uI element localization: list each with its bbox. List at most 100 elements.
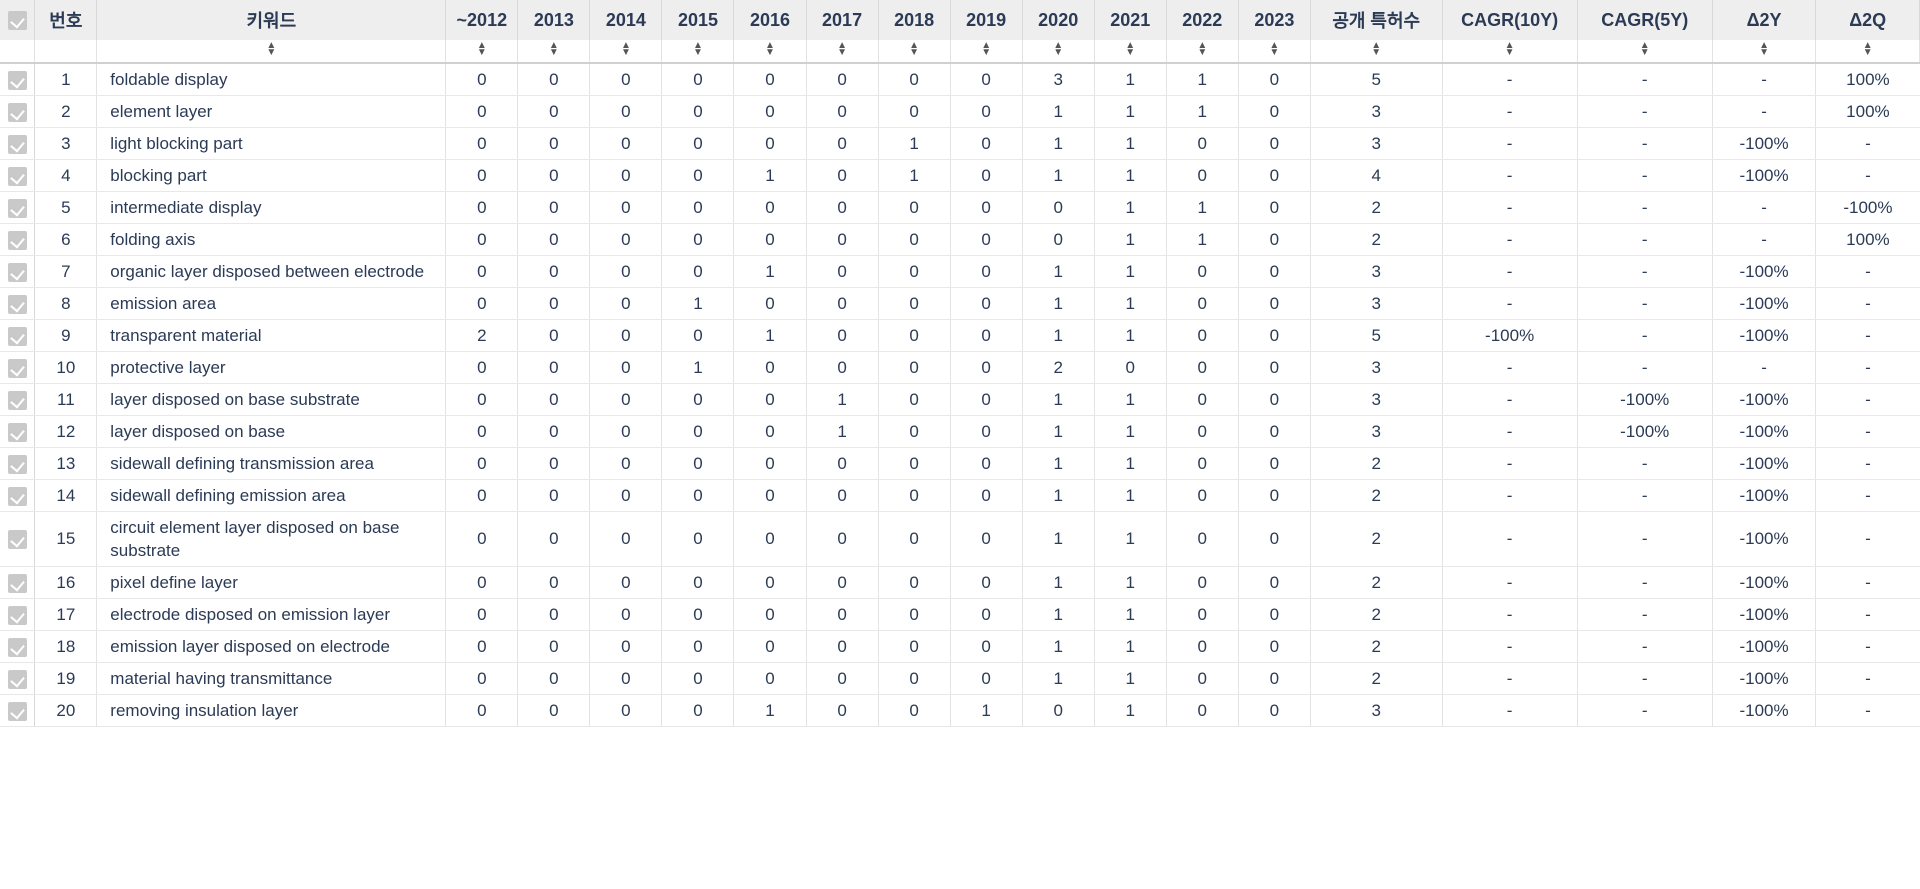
sort-control-y2017[interactable]: ▲ ▼ <box>806 40 879 64</box>
table-row[interactable]: 12 layer disposed on base 0 0 0 0 0 1 0 0 1 1 0 0 3- -1… <box>0 415 1920 448</box>
row-checkbox[interactable] <box>7 637 27 657</box>
column-header-y2016[interactable]: 2016 <box>733 0 807 40</box>
row-checkbox[interactable] <box>7 390 27 410</box>
keyword-cell[interactable]: electrode disposed on emission layer <box>96 598 447 631</box>
keyword-cell[interactable]: emission area <box>96 287 447 320</box>
table-row[interactable]: 2 element layer 0 0 0 0 0 0 0 0 1 1 1 0 3- - -100% <box>0 95 1920 128</box>
sort-updown-icon[interactable]: ▲ ▼ <box>1053 41 1063 58</box>
table-row[interactable]: 18 emission layer disposed on electrode 0 0… <box>0 630 1920 663</box>
keyword-cell[interactable]: sidewall defining emission area <box>96 479 447 512</box>
table-row[interactable]: 15 circuit element layer disposed on base… <box>0 511 1920 567</box>
row-checkbox[interactable] <box>7 102 27 122</box>
column-header-y2022[interactable]: 2022 <box>1166 0 1239 40</box>
row-checkbox[interactable] <box>7 166 27 186</box>
sort-updown-icon[interactable]: ▲ ▼ <box>1269 41 1279 58</box>
row-checkbox[interactable] <box>7 454 27 474</box>
column-header-d2q[interactable]: Δ2Q <box>1815 0 1920 40</box>
table-row[interactable]: 19 material having transmittance 0 0 0 0 0 0 0 0 1… <box>0 662 1920 695</box>
sort-updown-icon[interactable]: ▲ ▼ <box>1125 41 1135 58</box>
sort-updown-icon[interactable]: ▲ ▼ <box>1640 41 1650 58</box>
sort-updown-icon[interactable]: ▲ ▼ <box>1863 41 1873 58</box>
keyword-cell[interactable]: sidewall defining transmission area <box>96 447 447 480</box>
keyword-cell[interactable]: element layer <box>96 95 447 128</box>
sort-updown-icon[interactable]: ▲ ▼ <box>1759 41 1769 58</box>
sort-control-cagr5[interactable]: ▲ ▼ <box>1577 40 1713 64</box>
row-checkbox[interactable] <box>7 326 27 346</box>
sort-control-total[interactable]: ▲ ▼ <box>1310 40 1443 64</box>
sort-control-y2019[interactable]: ▲ ▼ <box>950 40 1023 64</box>
row-checkbox[interactable] <box>7 134 27 154</box>
row-select-cell[interactable] <box>0 511 36 567</box>
column-header-y2015[interactable]: 2015 <box>661 0 735 40</box>
row-select-cell[interactable] <box>0 479 36 512</box>
row-select-cell[interactable] <box>0 351 36 384</box>
sort-control-d2y[interactable]: ▲ ▼ <box>1712 40 1817 64</box>
row-checkbox[interactable] <box>7 70 27 90</box>
row-select-cell[interactable] <box>0 255 36 288</box>
table-row[interactable]: 9 transparent material 2 0 0 0 1 0 0 0 1 1 0 0 5 -100% -… <box>0 319 1920 352</box>
row-select-cell[interactable] <box>0 566 36 599</box>
table-row[interactable]: 17 electrode disposed on emission layer 0 0… <box>0 598 1920 631</box>
column-header-d2y[interactable]: Δ2Y <box>1712 0 1817 40</box>
keyword-cell[interactable]: removing insulation layer <box>96 694 447 727</box>
row-select-cell[interactable] <box>0 694 36 727</box>
select-all-checkbox[interactable] <box>7 11 27 31</box>
keyword-cell[interactable]: transparent material <box>96 319 447 352</box>
column-header-y2023[interactable]: 2023 <box>1238 0 1311 40</box>
sort-control-y2016[interactable]: ▲ ▼ <box>733 40 807 64</box>
column-header-y2018[interactable]: 2018 <box>878 0 951 40</box>
keyword-cell[interactable]: organic layer disposed between electrode <box>96 255 447 288</box>
sort-control-y2023[interactable]: ▲ ▼ <box>1238 40 1311 64</box>
sort-updown-icon[interactable]: ▲ ▼ <box>621 41 631 58</box>
keyword-cell[interactable]: folding axis <box>96 223 447 256</box>
sort-control-y2018[interactable]: ▲ ▼ <box>878 40 951 64</box>
row-select-cell[interactable] <box>0 447 36 480</box>
row-checkbox[interactable] <box>7 294 27 314</box>
keyword-cell[interactable]: emission layer disposed on electrode <box>96 630 447 663</box>
row-checkbox[interactable] <box>7 230 27 250</box>
sort-control-y2020[interactable]: ▲ ▼ <box>1022 40 1095 64</box>
keyword-cell[interactable]: pixel define layer <box>96 566 447 599</box>
row-checkbox[interactable] <box>7 262 27 282</box>
row-select-cell[interactable] <box>0 630 36 663</box>
table-row[interactable]: 3 light blocking part 0 0 0 0 0 0 1 0 1 1 0 0 3- - -100%… <box>0 127 1920 160</box>
sort-updown-icon[interactable]: ▲ ▼ <box>549 41 559 58</box>
column-header-cagr10[interactable]: CAGR(10Y) <box>1442 0 1578 40</box>
row-checkbox[interactable] <box>7 701 27 721</box>
table-row[interactable]: 4 blocking part 0 0 0 0 1 0 1 0 1 1 0 0 4- - -100% - <box>0 159 1920 192</box>
keyword-cell[interactable]: circuit element layer disposed on base s… <box>96 511 447 567</box>
row-checkbox[interactable] <box>7 486 27 506</box>
sort-control-cagr10[interactable]: ▲ ▼ <box>1442 40 1578 64</box>
sort-updown-icon[interactable]: ▲ ▼ <box>765 41 775 58</box>
column-header-total[interactable]: 공개 특허수 <box>1310 0 1443 40</box>
sort-control-y2012[interactable]: ▲ ▼ <box>445 40 519 64</box>
keyword-cell[interactable]: foldable display <box>96 63 447 96</box>
table-row[interactable]: 13 sidewall defining transmission area 0 0 0… <box>0 447 1920 480</box>
sort-updown-icon[interactable]: ▲ ▼ <box>1505 41 1515 58</box>
sort-control-keyword[interactable]: ▲ ▼ <box>96 40 447 64</box>
table-row[interactable]: 6 folding axis 0 0 0 0 0 0 0 0 0 1 1 0 2- - -100% <box>0 223 1920 256</box>
row-select-cell[interactable] <box>0 287 36 320</box>
sort-control-y2022[interactable]: ▲ ▼ <box>1166 40 1239 64</box>
sort-control-y2013[interactable]: ▲ ▼ <box>517 40 591 64</box>
keyword-cell[interactable]: intermediate display <box>96 191 447 224</box>
column-header-keyword[interactable]: 키워드 <box>96 0 447 40</box>
table-row[interactable]: 16 pixel define layer 0 0 0 0 0 0 0 0 1 1 0 0 2- - -100%… <box>0 566 1920 599</box>
row-checkbox[interactable] <box>7 358 27 378</box>
row-checkbox[interactable] <box>7 669 27 689</box>
keyword-cell[interactable]: protective layer <box>96 351 447 384</box>
keyword-cell[interactable]: layer disposed on base <box>96 415 447 448</box>
row-select-cell[interactable] <box>0 159 36 192</box>
row-select-cell[interactable] <box>0 319 36 352</box>
row-select-cell[interactable] <box>0 63 36 96</box>
sort-updown-icon[interactable]: ▲ ▼ <box>1371 41 1381 58</box>
row-checkbox[interactable] <box>7 605 27 625</box>
column-header-y2017[interactable]: 2017 <box>806 0 879 40</box>
select-all-header[interactable] <box>0 0 36 40</box>
sort-updown-icon[interactable]: ▲ ▼ <box>1197 41 1207 58</box>
sort-control-d2q[interactable]: ▲ ▼ <box>1815 40 1920 64</box>
sort-control-y2014[interactable]: ▲ ▼ <box>589 40 663 64</box>
column-header-y2012[interactable]: ~2012 <box>445 0 519 40</box>
row-select-cell[interactable] <box>0 95 36 128</box>
table-row[interactable]: 1 foldable display 0 0 0 0 0 0 0 0 3 1 1 0 5- - -100% <box>0 63 1920 96</box>
